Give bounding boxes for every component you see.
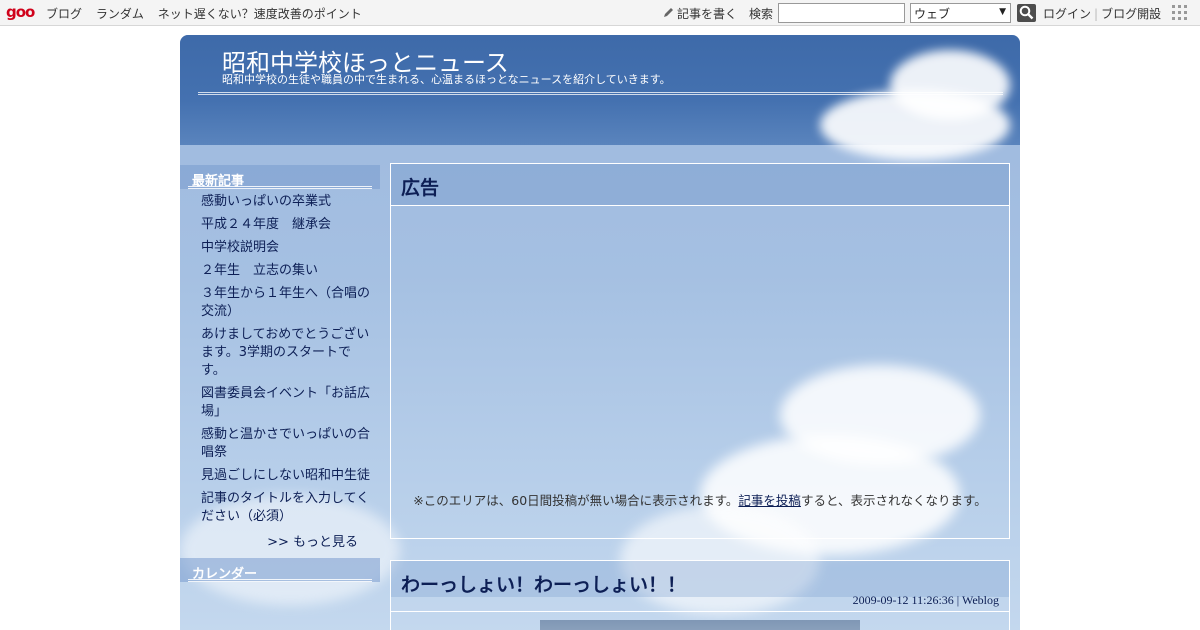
blog-frame: 昭和中学校ほっとニュース 昭和中学校の生徒や職員の中で生まれる、心温まるほっとな… <box>180 35 1020 630</box>
more-articles-link[interactable]: >> もっと見る <box>180 531 380 550</box>
account-links: ログイン | ブログ開設 <box>1043 5 1161 22</box>
search-icon <box>1019 5 1034 20</box>
ad-heading: 広告 <box>391 164 1009 206</box>
recent-articles-heading: 最新記事 <box>180 165 380 189</box>
search-button[interactable] <box>1017 4 1036 22</box>
recent-articles-list: 感動いっぱいの卒業式 平成２４年度 継承会 中学校説明会 ２年生 立志の集い ３… <box>180 189 380 526</box>
ad-notice-text-tail: すると、表示されなくなります。 <box>800 493 987 508</box>
recent-article-link[interactable]: 見過ごしにしない昭和中生徒 <box>201 467 372 485</box>
dropdown-arrow-icon: ▼ <box>999 7 1006 17</box>
blog-description: 昭和中学校の生徒や職員の中で生まれる、心温まるほっとなニュースを紹介していきます… <box>222 73 671 86</box>
nav-blog-link[interactable]: ブログ <box>46 7 82 21</box>
ad-box: 広告 ※このエリアは、60日間投稿が無い場合に表示されます。記事を投稿すると、表… <box>390 163 1010 539</box>
nav-speed-tips-link[interactable]: ネット遅くない？速度改善のポイント <box>158 7 362 21</box>
search-scope-select[interactable]: ウェブ ▼ <box>910 3 1011 23</box>
pen-icon <box>664 8 673 17</box>
recent-article-link[interactable]: 感動いっぱいの卒業式 <box>201 193 372 211</box>
goo-toolbar: goo ブログ ランダム ネット遅くない？速度改善のポイント 記事を書く 検索 … <box>0 0 1200 26</box>
ad-notice-text: ※このエリアは、60日間投稿が無い場合に表示されます。 <box>413 493 739 508</box>
open-blog-link[interactable]: ブログ開設 <box>1101 7 1161 21</box>
article-meta[interactable]: 2009-09-12 11:26:36 | Weblog <box>853 593 999 608</box>
write-article-label: 記事を書く <box>677 7 738 21</box>
recent-article-link[interactable]: 感動と温かさでいっぱいの合唱祭 <box>201 426 372 462</box>
search-label: 検索 <box>749 7 774 21</box>
recent-article-link[interactable]: あけましておめでとうございます。3学期のスタートです。 <box>201 326 372 380</box>
article-divider <box>391 611 1009 612</box>
write-article-link[interactable]: 記事を書く <box>662 5 737 22</box>
recent-article-link[interactable]: 図書委員会イベント「お話広場」 <box>201 385 372 421</box>
recent-article-link[interactable]: 平成２４年度 継承会 <box>201 216 372 234</box>
apps-grid-icon[interactable] <box>1172 5 1188 21</box>
post-article-link[interactable]: 記事を投稿 <box>738 493 801 508</box>
recent-article-link[interactable]: 記事のタイトルを入力してください（必須） <box>201 490 372 526</box>
calendar-heading: カレンダー <box>180 558 380 582</box>
recent-article-link[interactable]: ３年生から１年生へ（合唱の交流） <box>201 285 372 321</box>
heading-divider <box>188 579 372 582</box>
article-photo[interactable] <box>540 620 860 630</box>
recent-article-link[interactable]: 中学校説明会 <box>201 239 372 257</box>
sidebar: 最新記事 感動いっぱいの卒業式 平成２４年度 継承会 中学校説明会 ２年生 立志… <box>180 165 380 582</box>
article-box: わーっしょい！わーっしょい！！ 2009-09-12 11:26:36 | We… <box>390 560 1010 630</box>
link-separator: | <box>1094 7 1099 21</box>
search-input[interactable] <box>778 3 905 23</box>
recent-article-link[interactable]: ２年生 立志の集い <box>201 262 372 280</box>
goo-logo[interactable]: goo <box>6 3 35 21</box>
search-scope-value: ウェブ <box>914 7 951 21</box>
login-link[interactable]: ログイン <box>1043 7 1091 21</box>
blog-header: 昭和中学校ほっとニュース 昭和中学校の生徒や職員の中で生まれる、心温まるほっとな… <box>180 35 1020 160</box>
nav-random-link[interactable]: ランダム <box>96 7 144 21</box>
article-title[interactable]: わーっしょい！わーっしょい！！ <box>391 561 1009 597</box>
toolbar-nav: ブログ ランダム ネット遅くない？速度改善のポイント <box>46 5 372 22</box>
heading-divider <box>188 186 372 189</box>
header-divider <box>198 92 1003 96</box>
ad-notice: ※このエリアは、60日間投稿が無い場合に表示されます。記事を投稿すると、表示され… <box>411 492 989 510</box>
